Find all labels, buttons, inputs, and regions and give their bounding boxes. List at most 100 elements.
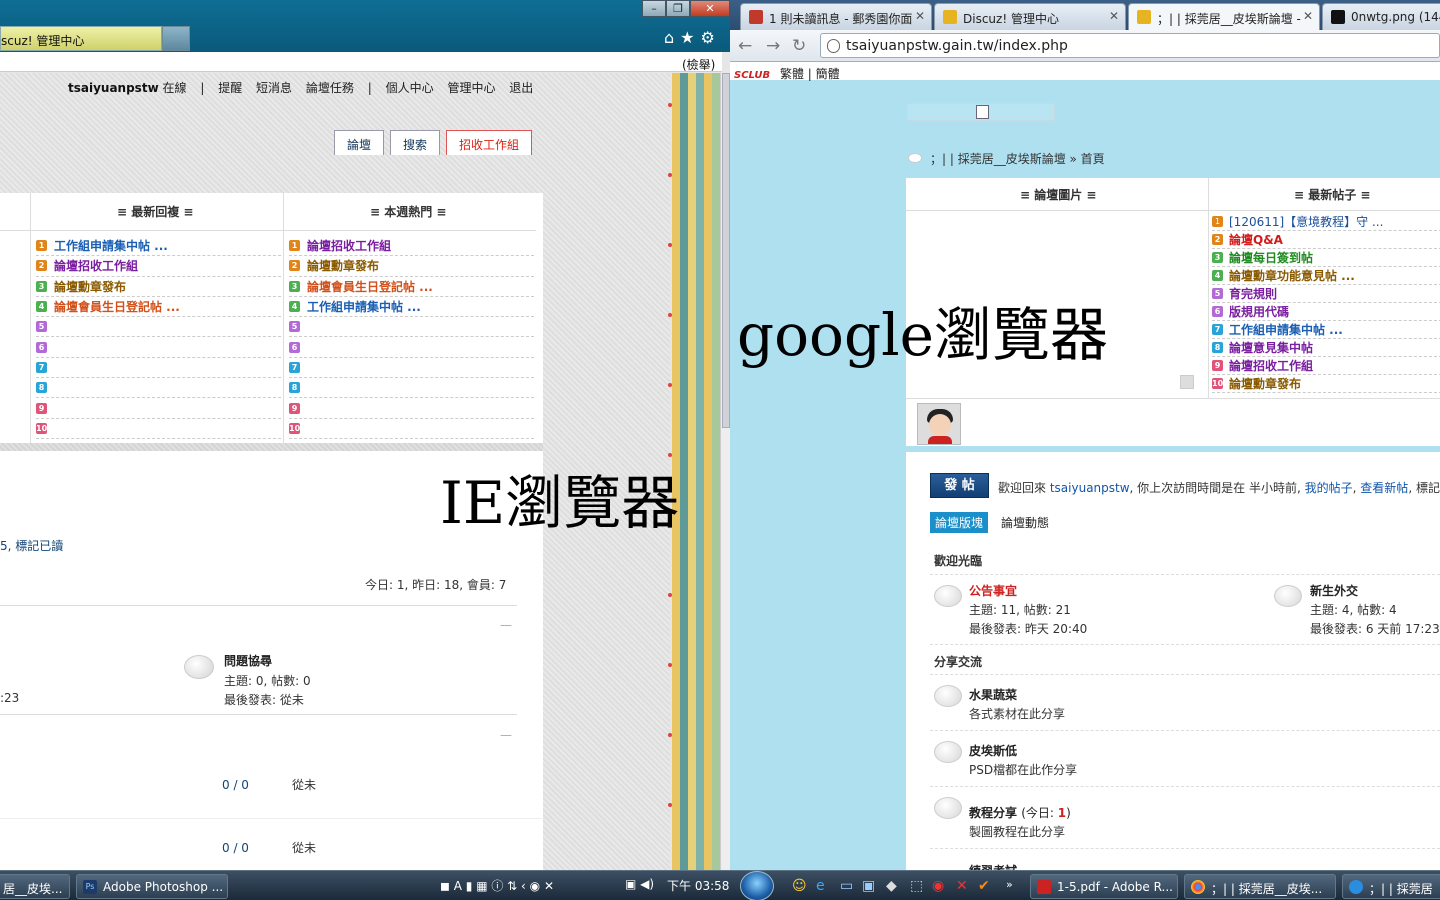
list-item: 5 <box>36 317 281 338</box>
close-x-icon[interactable]: ✕ <box>956 878 968 894</box>
ie-new-tab[interactable] <box>162 26 190 51</box>
forum-psd-name[interactable]: 皮埃斯低 <box>969 742 1017 759</box>
tab-boards[interactable]: 論壇版塊 <box>930 512 989 533</box>
home-icon[interactable]: ⌂ <box>664 28 674 47</box>
collapse-icon[interactable]: — <box>500 728 512 742</box>
list-item[interactable]: 5 育完規則 <box>1212 285 1440 303</box>
site-brand[interactable]: SCLUB <box>734 70 770 81</box>
rank-badge-icon: 5 <box>1212 288 1223 299</box>
forward-icon[interactable]: → <box>766 36 780 56</box>
list-item[interactable]: 1 工作組申請集中帖 ... <box>36 236 281 257</box>
forum-newbie-name[interactable]: 新生外交 <box>1310 582 1358 599</box>
smiley-icon[interactable]: ☺ <box>792 878 807 894</box>
reload-icon[interactable]: ↻ <box>792 36 806 56</box>
close-tab-icon[interactable]: ✕ <box>915 9 925 23</box>
chrome-icon <box>1191 880 1205 894</box>
taskbar-chrome[interactable]: ；| | 採莞居__皮埃... <box>1184 874 1336 899</box>
welcome-user-link[interactable]: tsaiyuanpstw <box>1050 481 1130 495</box>
my-posts-link[interactable]: 我的帖子 <box>1305 481 1353 495</box>
list-item[interactable]: 2 論壇勳章發布 <box>289 256 534 277</box>
tool-icon[interactable]: ◆ <box>886 878 897 894</box>
chrome-tab-discuz[interactable]: Discuz! 管理中心 ✕ <box>934 3 1126 30</box>
chrome-tab-mail[interactable]: 1 則未讀訊息 - 郵秀園你面 ✕ <box>740 3 932 30</box>
taskbar-pdf[interactable]: 1-5.pdf - Adobe R... <box>1030 874 1178 899</box>
ie-tab-admin[interactable]: scuz! 管理中心 <box>0 26 162 51</box>
chrome-quicklaunch-icon[interactable]: ◉ <box>932 878 944 894</box>
list-item[interactable]: 8 論壇意見集中帖 <box>1212 339 1440 357</box>
list-item[interactable]: 2 論壇Q&A <box>1212 231 1440 249</box>
list-item[interactable]: 4 論壇會員生日登記帖 ... <box>36 297 281 318</box>
list-item[interactable]: 3 論壇會員生日登記帖 ... <box>289 277 534 297</box>
star-icon[interactable]: ★ <box>680 28 694 47</box>
app-icon[interactable]: ⬚ <box>910 878 923 894</box>
forum-qa-name[interactable]: 問題協尋 <box>224 652 272 669</box>
list-item[interactable]: 2 論壇招收工作組 <box>36 256 281 277</box>
list-item-title: 論壇勳章功能意見帖 ... <box>1229 269 1355 283</box>
list-item[interactable]: 4 論壇勳章功能意見帖 ... <box>1212 267 1440 285</box>
more-icon[interactable]: » <box>1006 878 1013 891</box>
list-item[interactable]: 1 [120611]【意境教程】守 ... <box>1212 213 1440 231</box>
rank-badge-icon: 4 <box>289 301 300 313</box>
close-tab-icon[interactable]: ✕ <box>1109 9 1119 23</box>
link-messages[interactable]: 短消息 <box>256 81 292 95</box>
ie-quicklaunch-icon[interactable]: e <box>816 878 825 894</box>
forum-partial-name[interactable]: 練習考試 <box>969 862 1017 870</box>
ie-scrollbar[interactable] <box>720 73 730 870</box>
window-icon[interactable]: ▣ <box>862 878 875 894</box>
link-tasks[interactable]: 論壇任務 <box>306 81 354 95</box>
collapse-icon[interactable]: — <box>500 618 512 632</box>
close-tab-icon[interactable]: ✕ <box>1303 9 1313 23</box>
gear-icon[interactable]: ⚙ <box>701 28 715 47</box>
forum-tutorial-name[interactable]: 教程分享 (今日: 1) <box>969 804 1071 821</box>
report-link[interactable]: (檢舉) <box>682 56 715 73</box>
back-icon[interactable]: ← <box>738 36 752 56</box>
link-remind[interactable]: 提醒 <box>218 81 242 95</box>
address-bar[interactable]: tsaiyuanpstw.gain.tw/index.php <box>820 33 1440 58</box>
link-profile[interactable]: 個人中心 <box>386 81 434 95</box>
breadcrumb-text[interactable]: ；| | 採莞居__皮埃斯論壇 » 首頁 <box>930 152 1105 166</box>
link-traditional[interactable]: 繁體 <box>780 67 804 81</box>
taskbar-forum-left[interactable]: 居__皮埃... <box>0 874 70 899</box>
network-volume-icon[interactable]: ▣ ◀) <box>625 877 654 891</box>
image-nav-icon[interactable] <box>1180 375 1194 389</box>
taskbar-photoshop[interactable]: Ps Adobe Photoshop ... <box>76 874 228 899</box>
forum-announce-name[interactable]: 公告事宜 <box>969 582 1017 599</box>
new-post-button[interactable]: 發 帖 <box>930 473 989 498</box>
list-item[interactable]: 3 論壇每日簽到帖 <box>1212 249 1440 267</box>
list-item[interactable]: 7 工作組申請集中帖 ... <box>1212 321 1440 339</box>
tab-search[interactable]: 搜索 <box>390 130 441 155</box>
chrome-tab-image[interactable]: 0nwtg.png (1440 <box>1322 3 1440 30</box>
clock[interactable]: 下午 03:58 <box>667 877 729 894</box>
list-item[interactable]: 4 工作組申請集中帖 ... <box>289 297 534 318</box>
tray-icons[interactable]: ◼ A ▮ ▦ ⓘ ⇅ ‹ ◉ ✕ <box>440 877 554 894</box>
check-icon[interactable]: ✔ <box>978 878 990 894</box>
list-item[interactable]: 6 版規用代碼 <box>1212 303 1440 321</box>
minimize-icon[interactable]: – <box>642 0 666 17</box>
start-button[interactable] <box>740 871 774 900</box>
link-simplified[interactable]: 簡體 <box>816 67 840 81</box>
list-item[interactable]: 1 論壇招收工作組 <box>289 236 534 257</box>
divider <box>0 605 517 606</box>
tab-activity[interactable]: 論壇動態 <box>996 512 1054 533</box>
list-item-title: 論壇會員生日登記帖 ... <box>307 279 433 294</box>
username-link[interactable]: tsaiyuanpstw <box>68 81 159 95</box>
close-icon[interactable]: ✕ <box>690 0 730 17</box>
list-item[interactable]: 9 論壇招收工作組 <box>1212 357 1440 375</box>
taskbar-ie[interactable]: ；| | 採莞居 <box>1342 874 1440 899</box>
restore-icon[interactable]: ❐ <box>666 0 690 17</box>
list-item-title: 工作組申請集中帖 ... <box>54 239 168 254</box>
avatar[interactable] <box>917 403 961 445</box>
new-posts-link[interactable]: 查看新帖 <box>1360 481 1408 495</box>
chrome-tab-forum[interactable]: ；| | 採莞居__皮埃斯論壇 - ✕ <box>1128 3 1320 30</box>
mark-read-link[interactable]: 5, 標記已讀 <box>0 537 63 554</box>
desktop-icon[interactable]: ▭ <box>840 878 853 894</box>
link-logout[interactable]: 退出 <box>509 81 533 95</box>
ie-window-controls: – ❐ ✕ <box>642 0 730 18</box>
scrollbar-thumb[interactable] <box>722 73 730 428</box>
tab-forum[interactable]: 論壇 <box>334 130 385 155</box>
forum-fruit-name[interactable]: 水果蔬菜 <box>969 686 1017 703</box>
tab-recruit[interactable]: 招收工作組 <box>446 130 533 155</box>
list-item[interactable]: 3 論壇勳章發布 <box>36 277 281 297</box>
link-admin[interactable]: 管理中心 <box>447 81 495 95</box>
list-item[interactable]: 10 論壇勳章發布 <box>1212 375 1440 393</box>
